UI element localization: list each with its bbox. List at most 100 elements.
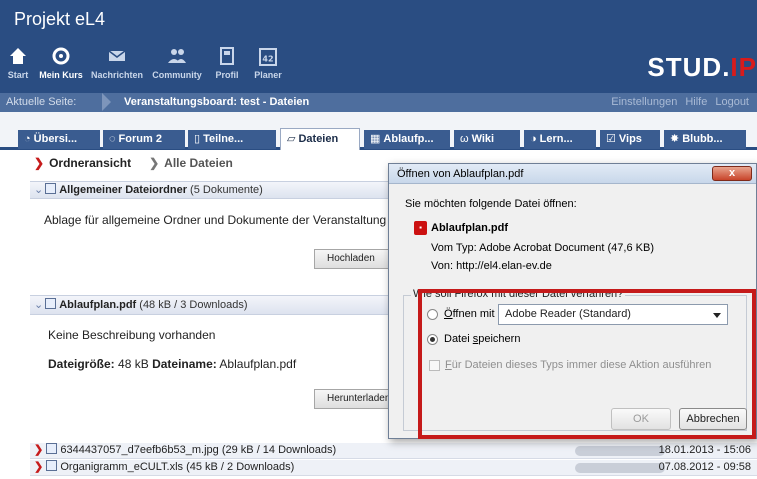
main-navigation: Start Mein Kurs Nachrichten Community Pr… <box>0 42 288 88</box>
save-file-radio[interactable] <box>427 334 438 345</box>
folder-description: Ablage für allgemeine Ordner und Dokumen… <box>44 213 387 227</box>
tab-lernmodule[interactable]: ◑ Lern... <box>524 130 596 149</box>
file-details: Dateigröße: 48 kB Dateiname: Ablaufplan.… <box>48 357 296 371</box>
size-label: Dateigröße: <box>48 357 115 371</box>
size-value: 48 kB <box>118 357 149 371</box>
overview-icon: ◔ <box>24 133 31 145</box>
open-file-dialog: Öffnen von Ablaufplan.pdf x Sie möchten … <box>388 163 757 439</box>
course-tabs: ◔ Übersi... ◌ Forum 2 ▯ Teilne... ▱ Dateien … <box>0 112 757 150</box>
wiki-icon: ω <box>460 133 469 145</box>
upload-button[interactable]: Hochladen <box>314 249 394 269</box>
nav-label: Community <box>152 70 202 80</box>
file-title: Ablaufplan.pdf <box>59 299 137 311</box>
name-value: Ablaufplan.pdf <box>219 357 297 371</box>
dialog-filename: Ablaufplan.pdf <box>431 222 508 234</box>
author-blurred <box>575 463 665 473</box>
arrow-right-icon[interactable]: ❯ <box>34 444 43 456</box>
breadcrumb: Aktuelle Seite: Veranstaltungsboard: tes… <box>0 93 757 112</box>
download-button[interactable]: Herunterladen <box>314 389 394 409</box>
ok-button[interactable]: OK <box>611 408 671 430</box>
nav-item-mein-kurs[interactable]: Mein Kurs <box>36 42 86 88</box>
open-with-radio[interactable] <box>427 309 438 320</box>
file-row[interactable]: ❯ Organigramm_eCULT.xls (45 kB / 2 Downl… <box>30 460 757 476</box>
tab-dateien[interactable]: ▱ Dateien <box>280 128 360 150</box>
calendar-icon: 42 <box>259 48 277 66</box>
all-files-link[interactable]: ❯ Alle Dateien <box>149 156 233 170</box>
file-name[interactable]: 6344437057_d7eefb6b53_m.jpg <box>60 444 218 456</box>
nav-item-community[interactable]: Community <box>148 42 206 88</box>
nav-label: Start <box>7 70 29 80</box>
action-question: Wie soll Firefox mit dieser Datei verfah… <box>411 288 626 300</box>
folder-view-link[interactable]: ❯ Ordneransicht <box>34 156 131 170</box>
application-select-value: Adobe Reader (Standard) <box>505 308 631 320</box>
tab-forum[interactable]: ◌ Forum 2 <box>103 130 185 149</box>
nav-item-nachrichten[interactable]: Nachrichten <box>86 42 148 88</box>
arrow-right-icon[interactable]: ❯ <box>34 461 43 473</box>
nav-item-profil[interactable]: Profil <box>206 42 248 88</box>
file-name[interactable]: Organigramm_eCULT.xls <box>60 461 183 473</box>
folder-title: Allgemeiner Dateiordner <box>59 184 187 196</box>
file-date: 07.08.2012 - 09:58 <box>658 461 751 473</box>
dialog-intro: Sie möchten folgende Datei öffnen: <box>405 198 577 210</box>
header-links: Einstellungen Hilfe Logout <box>611 96 749 108</box>
open-with-label[interactable]: Öffnen mit <box>444 308 495 320</box>
file-row[interactable]: ❯ 6344437057_d7eefb6b53_m.jpg (29 kB / 1… <box>30 443 757 459</box>
file-meta: (29 kB / 14 Downloads) <box>221 444 337 456</box>
breadcrumb-label: Aktuelle Seite: <box>6 96 77 108</box>
breadcrumb-separator-icon <box>102 93 111 111</box>
always-do-label[interactable]: Für Dateien dieses Typs immer diese Akti… <box>445 359 711 371</box>
nav-label: Planer <box>254 70 282 80</box>
file-meta: (48 kB / 3 Downloads) <box>139 299 248 311</box>
collapse-icon[interactable]: ⌄ <box>34 184 43 196</box>
settings-link[interactable]: Einstellungen <box>611 96 677 108</box>
nav-label: Nachrichten <box>90 70 143 80</box>
people-icon <box>168 49 186 63</box>
help-link[interactable]: Hilfe <box>685 96 707 108</box>
vips-icon: ☑ <box>606 133 616 145</box>
nav-label: Profil <box>215 70 239 80</box>
nav-item-planer[interactable]: 42 Planer <box>248 42 288 88</box>
arrow-right-icon: ❯ <box>149 156 160 170</box>
participants-icon: ▯ <box>194 133 201 145</box>
blubber-icon: ✸ <box>670 133 680 145</box>
tab-blubber[interactable]: ✸ Blubb... <box>664 130 746 149</box>
file-description: Keine Beschreibung vorhanden <box>48 328 216 342</box>
application-select[interactable]: Adobe Reader (Standard) <box>498 304 728 325</box>
name-label: Dateiname: <box>152 357 217 371</box>
spreadsheet-file-icon <box>46 460 58 471</box>
schedule-icon: ▦ <box>370 133 381 145</box>
save-file-label[interactable]: Datei speichern <box>444 333 520 345</box>
tab-ablaufplan[interactable]: ▦ Ablaufp... <box>364 130 450 149</box>
tab-teilnehmende[interactable]: ▯ Teilne... <box>188 130 276 149</box>
dialog-file-type: Vom Typ: Adobe Acrobat Document (47,6 KB… <box>431 242 654 254</box>
dialog-close-button[interactable]: x <box>712 166 752 181</box>
chevron-down-icon <box>713 313 721 318</box>
always-do-checkbox[interactable] <box>429 360 440 371</box>
nav-label: Mein Kurs <box>39 70 83 80</box>
tab-uebersicht[interactable]: ◔ Übersi... <box>18 130 100 149</box>
tab-vips[interactable]: ☑ Vips <box>600 130 660 149</box>
nav-item-start[interactable]: Start <box>0 42 36 88</box>
files-icon: ▱ <box>287 133 296 145</box>
collapse-icon[interactable]: ⌄ <box>34 299 43 311</box>
dialog-file-source: Von: http://el4.elan-ev.de <box>431 260 552 272</box>
view-navigation: ❯ Ordneransicht ❯ Alle Dateien <box>34 156 233 170</box>
file-date: 18.01.2013 - 15:06 <box>658 444 751 456</box>
logout-link[interactable]: Logout <box>715 96 749 108</box>
pdf-icon: ▪ <box>414 221 427 235</box>
arrow-right-icon: ❯ <box>34 156 45 170</box>
cancel-button[interactable]: Abbrechen <box>679 408 747 430</box>
learn-icon: ◑ <box>530 133 537 145</box>
home-icon <box>10 48 26 64</box>
course-icon <box>52 47 70 65</box>
file-meta: (45 kB / 2 Downloads) <box>186 461 295 473</box>
tab-wiki[interactable]: ω Wiki <box>454 130 520 149</box>
forum-icon: ◌ <box>109 133 116 145</box>
folder-icon <box>45 183 57 194</box>
image-file-icon <box>46 443 58 454</box>
dialog-titlebar[interactable]: Öffnen von Ablaufplan.pdf x <box>389 164 756 184</box>
dialog-title: Öffnen von Ablaufplan.pdf <box>397 168 524 180</box>
folder-count: (5 Dokumente) <box>190 184 263 196</box>
author-blurred <box>575 446 665 456</box>
mail-icon <box>108 50 126 61</box>
